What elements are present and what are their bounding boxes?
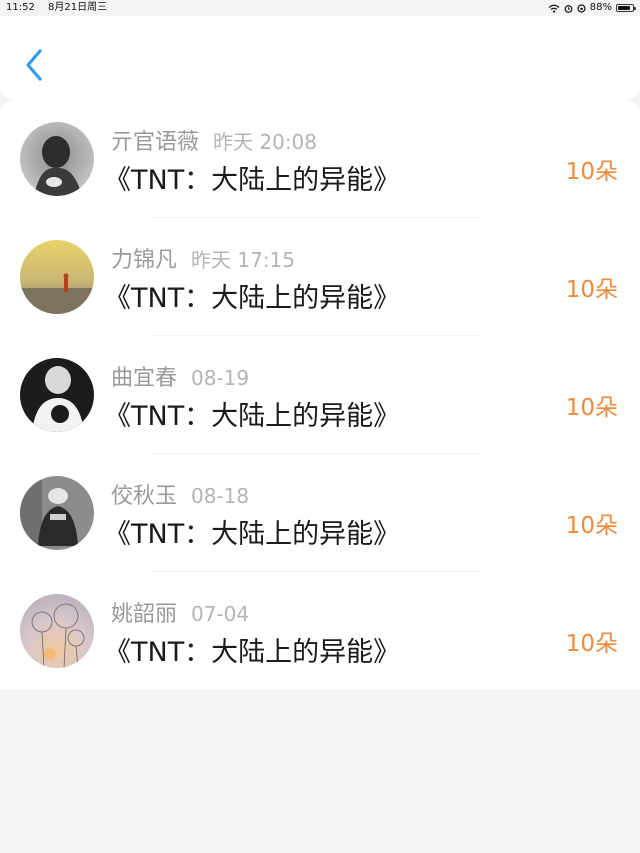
status-date: 8月21日周三 [48,2,108,13]
top-nav-bar [0,16,640,100]
battery-fill [618,6,630,10]
chevron-left-icon [26,49,42,81]
sender-name-text: 曲宜春 [111,366,178,391]
avatar [20,476,94,550]
list-item[interactable]: 曲宜春 08-19 《TNT：大陆上的异能》 10朵 [0,336,640,454]
sender-name-text: 佼秋玉 [111,484,178,509]
battery-icon [616,4,636,12]
gift-amount: 10朵 [565,159,618,185]
gift-amount: 10朵 [565,513,618,539]
book-title: 《TNT：大陆上的异能》 [104,401,401,432]
avatar [20,358,94,432]
book-title: 《TNT：大陆上的异能》 [104,519,401,550]
gift-amount: 10朵 [565,277,618,303]
list-item[interactable]: 姚韶丽 07-04 《TNT：大陆上的异能》 10朵 [0,572,640,690]
gift-time: 07-04 [191,602,250,626]
gift-amount: 10朵 [565,395,618,421]
sender-name-text: 力锦凡 [111,248,178,273]
avatar [20,240,94,314]
sender-name: 力锦凡 昨天 17:15 [111,242,295,274]
sender-name: 姚韶丽 07-04 [111,596,249,628]
status-left: 11:52 8月21日周三 [6,0,117,16]
book-title: 《TNT：大陆上的异能》 [104,637,401,668]
gift-time: 08-18 [191,484,250,508]
battery-percent: 88% [589,2,612,13]
gift-time: 昨天 17:15 [191,248,296,272]
list-item[interactable]: 佼秋玉 08-18 《TNT：大陆上的异能》 10朵 [0,454,640,572]
back-button[interactable] [18,46,50,84]
sender-name: 佼秋玉 08-18 [111,478,249,510]
sender-name: 曲宜春 08-19 [111,360,249,392]
wifi-icon [548,4,560,13]
status-bar: 11:52 8月21日周三 88% [0,0,640,16]
sender-name-text: 亓官语薇 [111,130,200,155]
list-item[interactable]: 力锦凡 昨天 17:15 《TNT：大陆上的异能》 10朵 [0,218,640,336]
book-title: 《TNT：大陆上的异能》 [104,283,401,314]
gift-record-list: 亓官语薇 昨天 20:08 《TNT：大陆上的异能》 10朵 力锦凡 昨天 17:1… [0,100,640,690]
status-time: 11:52 [6,2,35,13]
avatar [20,122,94,196]
orientation-lock-icon [577,3,586,13]
gift-time: 昨天 20:08 [213,130,318,154]
sender-name-text: 姚韶丽 [111,602,178,627]
gift-amount: 10朵 [565,631,618,657]
sender-name: 亓官语薇 昨天 20:08 [111,124,317,156]
status-right: 88% [548,0,636,16]
alarm-icon [564,4,573,13]
gift-time: 08-19 [191,366,250,390]
list-item[interactable]: 亓官语薇 昨天 20:08 《TNT：大陆上的异能》 10朵 [0,100,640,218]
book-title: 《TNT：大陆上的异能》 [104,165,401,196]
avatar [20,594,94,668]
